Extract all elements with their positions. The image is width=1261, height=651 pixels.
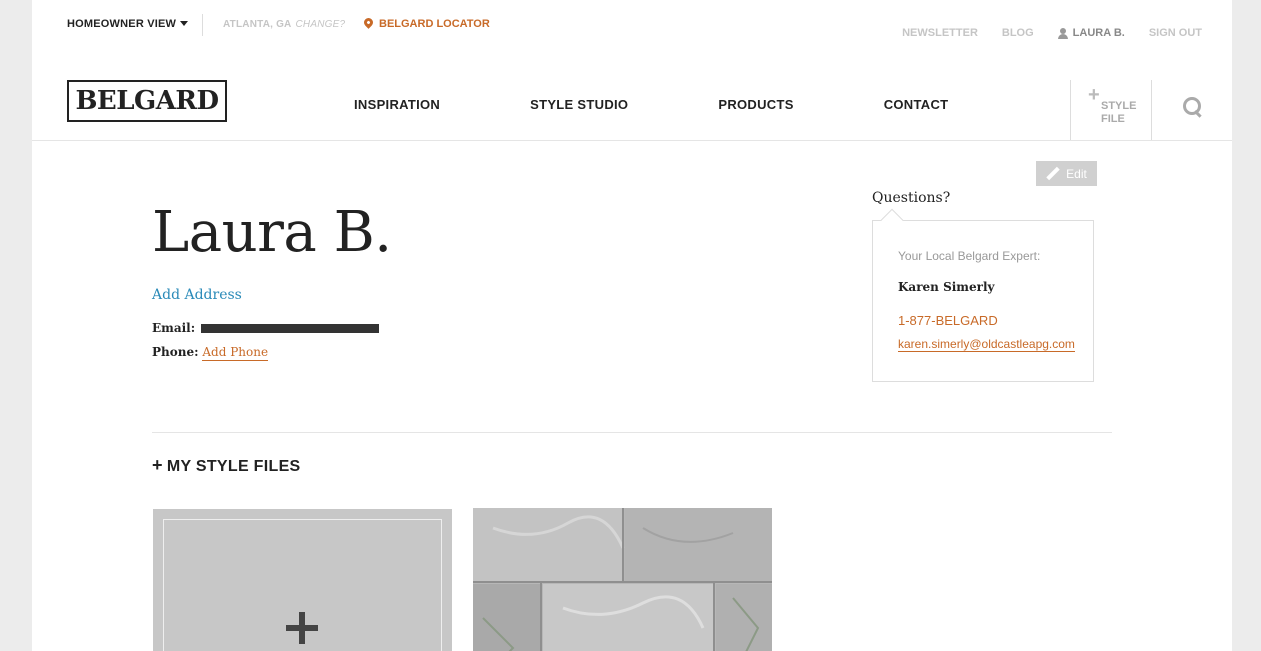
phone-row: Phone: Add Phone [152, 345, 269, 361]
edit-button[interactable]: Edit [1036, 161, 1097, 186]
style-file-label: STYLE FILE [1101, 100, 1137, 125]
expert-name: Karen Simerly [898, 280, 995, 294]
edit-label: Edit [1066, 166, 1087, 181]
email-redacted [201, 324, 379, 333]
utility-bar: HOMEOWNER VIEW ATLANTA, GA CHANGE? BELGAR… [32, 0, 1232, 50]
nav-inspiration[interactable]: INSPIRATION [354, 97, 440, 112]
sign-out-link[interactable]: SIGN OUT [1149, 27, 1202, 39]
expert-phone[interactable]: 1-877-BELGARD [898, 313, 998, 328]
homeowner-view-dropdown[interactable]: HOMEOWNER VIEW [67, 18, 189, 30]
caret-down-icon [180, 21, 189, 26]
plus-icon: + [1088, 84, 1100, 106]
section-divider [152, 432, 1112, 433]
user-account-link[interactable]: LAURA B. [1057, 27, 1125, 39]
expert-email-link[interactable]: karen.simerly@oldcastleapg.com [898, 337, 1075, 352]
email-row: Email: [152, 321, 379, 335]
expert-title: Your Local Belgard Expert: [898, 249, 1041, 263]
view-toggle-label: HOMEOWNER VIEW [67, 18, 177, 30]
my-style-files-toggle[interactable]: + MY STYLE FILES [152, 455, 301, 476]
paver-stone-thumbnail [473, 508, 772, 651]
newsletter-link[interactable]: NEWSLETTER [902, 27, 978, 39]
email-label: Email: [152, 321, 196, 335]
nav-style-studio[interactable]: STYLE STUDIO [530, 97, 628, 112]
locator-label: BELGARD LOCATOR [379, 18, 490, 30]
nav-contact[interactable]: CONTACT [884, 97, 949, 112]
tooltip-arrow [880, 208, 904, 232]
map-pin-icon [362, 16, 375, 29]
belgard-logo[interactable]: BELGARD [67, 80, 227, 122]
utility-divider [202, 14, 203, 36]
style-file-button[interactable]: + STYLE FILE [1070, 80, 1152, 140]
local-expert-box: Your Local Belgard Expert: Karen Simerly… [872, 208, 1094, 382]
phone-label: Phone: [152, 345, 199, 359]
location-display: ATLANTA, GA CHANGE? [223, 19, 345, 30]
add-style-file-card[interactable] [153, 509, 452, 651]
style-file-card[interactable] [473, 508, 772, 651]
add-phone-link[interactable]: Add Phone [202, 345, 269, 361]
add-plus-icon [286, 612, 318, 644]
style-files-heading: MY STYLE FILES [166, 458, 301, 475]
user-name: LAURA B. [1072, 27, 1125, 39]
blog-link[interactable]: BLOG [1002, 27, 1034, 39]
page-container: HOMEOWNER VIEW ATLANTA, GA CHANGE? BELGAR… [32, 0, 1232, 651]
add-address-link[interactable]: Add Address [152, 287, 242, 303]
profile-name: Laura B. [152, 200, 392, 265]
change-location-link[interactable]: CHANGE? [295, 19, 345, 30]
location-text: ATLANTA, GA [223, 19, 292, 30]
main-nav: INSPIRATION STYLE STUDIO PRODUCTS CONTAC… [354, 97, 1038, 112]
user-icon [1057, 27, 1068, 39]
search-icon[interactable] [1183, 97, 1201, 115]
account-links: NEWSLETTER BLOG LAURA B. SIGN OUT [902, 27, 1202, 39]
main-header: BELGARD INSPIRATION STYLE STUDIO PRODUCT… [32, 50, 1232, 141]
plus-icon: + [152, 455, 163, 475]
questions-heading: Questions? [872, 190, 951, 206]
belgard-locator-link[interactable]: BELGARD LOCATOR [362, 16, 490, 30]
pencil-icon [1046, 167, 1060, 181]
nav-products[interactable]: PRODUCTS [718, 97, 793, 112]
